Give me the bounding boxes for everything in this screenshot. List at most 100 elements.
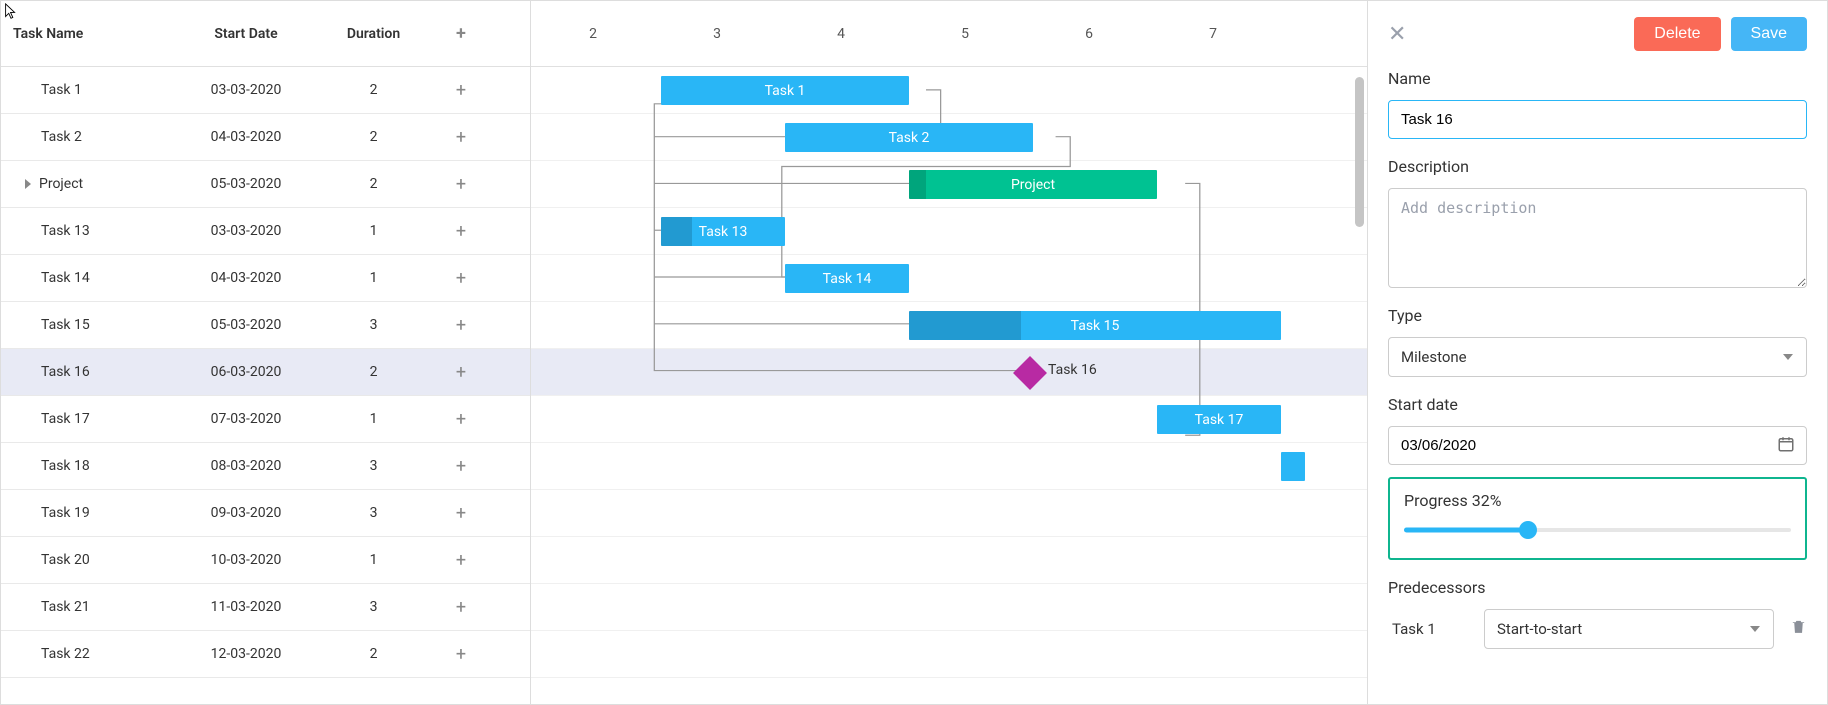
start-date-cell[interactable]: 11-03-2020 bbox=[176, 599, 316, 615]
start-date-cell[interactable]: 05-03-2020 bbox=[176, 176, 316, 192]
predecessor-type-select[interactable]: Start-to-start bbox=[1484, 609, 1774, 649]
task-name-cell[interactable]: Project bbox=[1, 176, 176, 192]
start-date-cell[interactable]: 09-03-2020 bbox=[176, 505, 316, 521]
start-date-cell[interactable]: 08-03-2020 bbox=[176, 458, 316, 474]
duration-cell[interactable]: 1 bbox=[316, 411, 431, 427]
grid-row[interactable]: Task 103-03-20202 + bbox=[1, 67, 530, 114]
task-name-cell[interactable]: Task 18 bbox=[1, 458, 176, 474]
start-date-cell[interactable]: 03-03-2020 bbox=[176, 82, 316, 98]
grid-row[interactable]: Task 1404-03-20201 + bbox=[1, 255, 530, 302]
duration-cell[interactable]: 3 bbox=[316, 458, 431, 474]
task-name-cell[interactable]: Task 22 bbox=[1, 646, 176, 662]
task-name-cell[interactable]: Task 2 bbox=[1, 129, 176, 145]
add-task-icon[interactable]: + bbox=[456, 221, 466, 242]
gantt-chart: 234567 Task 1Task 2ProjectTask 13Task 14… bbox=[531, 1, 1367, 704]
grid-row[interactable]: Task 2212-03-20202 + bbox=[1, 631, 530, 678]
duration-cell[interactable]: 2 bbox=[316, 364, 431, 380]
grid-row[interactable]: Task 1808-03-20203 + bbox=[1, 443, 530, 490]
start-date-cell[interactable]: 06-03-2020 bbox=[176, 364, 316, 380]
predecessor-name: Task 1 bbox=[1388, 620, 1468, 638]
task-name-cell[interactable]: Task 17 bbox=[1, 411, 176, 427]
timescale-day: 7 bbox=[1151, 26, 1275, 42]
close-icon[interactable]: ✕ bbox=[1388, 22, 1406, 47]
save-button[interactable]: Save bbox=[1731, 17, 1807, 51]
col-header-duration[interactable]: Duration bbox=[316, 26, 431, 42]
col-header-start[interactable]: Start Date bbox=[176, 26, 316, 42]
task-grid: Task Name Start Date Duration + Task 103… bbox=[1, 1, 531, 704]
add-task-icon[interactable]: + bbox=[456, 80, 466, 101]
trash-icon[interactable] bbox=[1790, 618, 1807, 640]
duration-cell[interactable]: 3 bbox=[316, 599, 431, 615]
task-name-cell[interactable]: Task 21 bbox=[1, 599, 176, 615]
expand-icon[interactable] bbox=[25, 179, 31, 189]
description-input[interactable] bbox=[1388, 188, 1807, 288]
gantt-body[interactable]: Task 1 Task 2 Project Task 13Task 14Task 15… bbox=[531, 67, 1367, 704]
gantt-milestone[interactable] bbox=[1013, 356, 1047, 390]
add-task-icon[interactable]: + bbox=[456, 456, 466, 477]
name-input[interactable] bbox=[1388, 100, 1807, 139]
add-column-icon[interactable]: + bbox=[456, 23, 466, 44]
grid-row[interactable]: Task 1707-03-20201 + bbox=[1, 396, 530, 443]
add-task-icon[interactable]: + bbox=[456, 409, 466, 430]
task-name-cell[interactable]: Task 13 bbox=[1, 223, 176, 239]
gantt-bar[interactable]: Project bbox=[909, 170, 1157, 199]
start-date-cell[interactable]: 12-03-2020 bbox=[176, 646, 316, 662]
grid-row[interactable]: Task 1505-03-20203 + bbox=[1, 302, 530, 349]
add-task-icon[interactable]: + bbox=[456, 550, 466, 571]
gantt-bar[interactable]: Task 1 bbox=[661, 76, 909, 105]
grid-row[interactable]: Task 2010-03-20201 + bbox=[1, 537, 530, 584]
gantt-bar[interactable]: Task 2 bbox=[785, 123, 1033, 152]
start-date-cell[interactable]: 03-03-2020 bbox=[176, 223, 316, 239]
task-name-cell[interactable]: Task 19 bbox=[1, 505, 176, 521]
start-date-cell[interactable]: 05-03-2020 bbox=[176, 317, 316, 333]
start-date-input[interactable] bbox=[1388, 426, 1807, 465]
slider-thumb[interactable] bbox=[1519, 521, 1537, 539]
gantt-bar[interactable]: Task 15 bbox=[909, 311, 1281, 340]
task-name-cell[interactable]: Task 14 bbox=[1, 270, 176, 286]
duration-cell[interactable]: 1 bbox=[316, 223, 431, 239]
add-task-icon[interactable]: + bbox=[456, 503, 466, 524]
grid-row[interactable]: Task 1303-03-20201 + bbox=[1, 208, 530, 255]
grid-row[interactable]: Task 204-03-20202 + bbox=[1, 114, 530, 161]
grid-header-row: Task Name Start Date Duration + bbox=[1, 1, 530, 67]
task-name-cell[interactable]: Task 15 bbox=[1, 317, 176, 333]
grid-row[interactable]: Task 1909-03-20203 + bbox=[1, 490, 530, 537]
start-date-cell[interactable]: 07-03-2020 bbox=[176, 411, 316, 427]
start-date-cell[interactable]: 04-03-2020 bbox=[176, 270, 316, 286]
col-header-name[interactable]: Task Name bbox=[1, 26, 176, 42]
add-task-icon[interactable]: + bbox=[456, 315, 466, 336]
add-task-icon[interactable]: + bbox=[456, 174, 466, 195]
gantt-bar[interactable]: Task 13 bbox=[661, 217, 785, 246]
duration-cell[interactable]: 1 bbox=[316, 552, 431, 568]
task-name-cell[interactable]: Task 20 bbox=[1, 552, 176, 568]
duration-cell[interactable]: 3 bbox=[316, 505, 431, 521]
grid-row[interactable]: Task 1606-03-20202 + bbox=[1, 349, 530, 396]
duration-cell[interactable]: 2 bbox=[316, 646, 431, 662]
task-edit-panel: ✕ Delete Save Name Description Type Mile… bbox=[1367, 1, 1827, 704]
grid-row[interactable]: Task 2111-03-20203 + bbox=[1, 584, 530, 631]
add-task-icon[interactable]: + bbox=[456, 362, 466, 383]
milestone-label: Task 16 bbox=[1048, 362, 1097, 378]
task-name-cell[interactable]: Task 1 bbox=[1, 82, 176, 98]
gantt-bar[interactable]: Task 14 bbox=[785, 264, 909, 293]
add-task-icon[interactable]: + bbox=[456, 644, 466, 665]
gantt-bar[interactable] bbox=[1281, 452, 1305, 481]
duration-cell[interactable]: 3 bbox=[316, 317, 431, 333]
duration-cell[interactable]: 1 bbox=[316, 270, 431, 286]
col-header-add: + bbox=[431, 23, 491, 44]
grid-row[interactable]: Project05-03-20202 + bbox=[1, 161, 530, 208]
duration-cell[interactable]: 2 bbox=[316, 129, 431, 145]
progress-slider[interactable] bbox=[1404, 522, 1791, 538]
duration-cell[interactable]: 2 bbox=[316, 82, 431, 98]
start-date-cell[interactable]: 10-03-2020 bbox=[176, 552, 316, 568]
task-name-cell[interactable]: Task 16 bbox=[1, 364, 176, 380]
vertical-scrollbar[interactable] bbox=[1355, 77, 1364, 227]
gantt-bar[interactable]: Task 17 bbox=[1157, 405, 1281, 434]
delete-button[interactable]: Delete bbox=[1634, 17, 1720, 51]
start-date-cell[interactable]: 04-03-2020 bbox=[176, 129, 316, 145]
type-select[interactable]: Milestone bbox=[1388, 337, 1807, 377]
add-task-icon[interactable]: + bbox=[456, 597, 466, 618]
duration-cell[interactable]: 2 bbox=[316, 176, 431, 192]
add-task-icon[interactable]: + bbox=[456, 268, 466, 289]
add-task-icon[interactable]: + bbox=[456, 127, 466, 148]
